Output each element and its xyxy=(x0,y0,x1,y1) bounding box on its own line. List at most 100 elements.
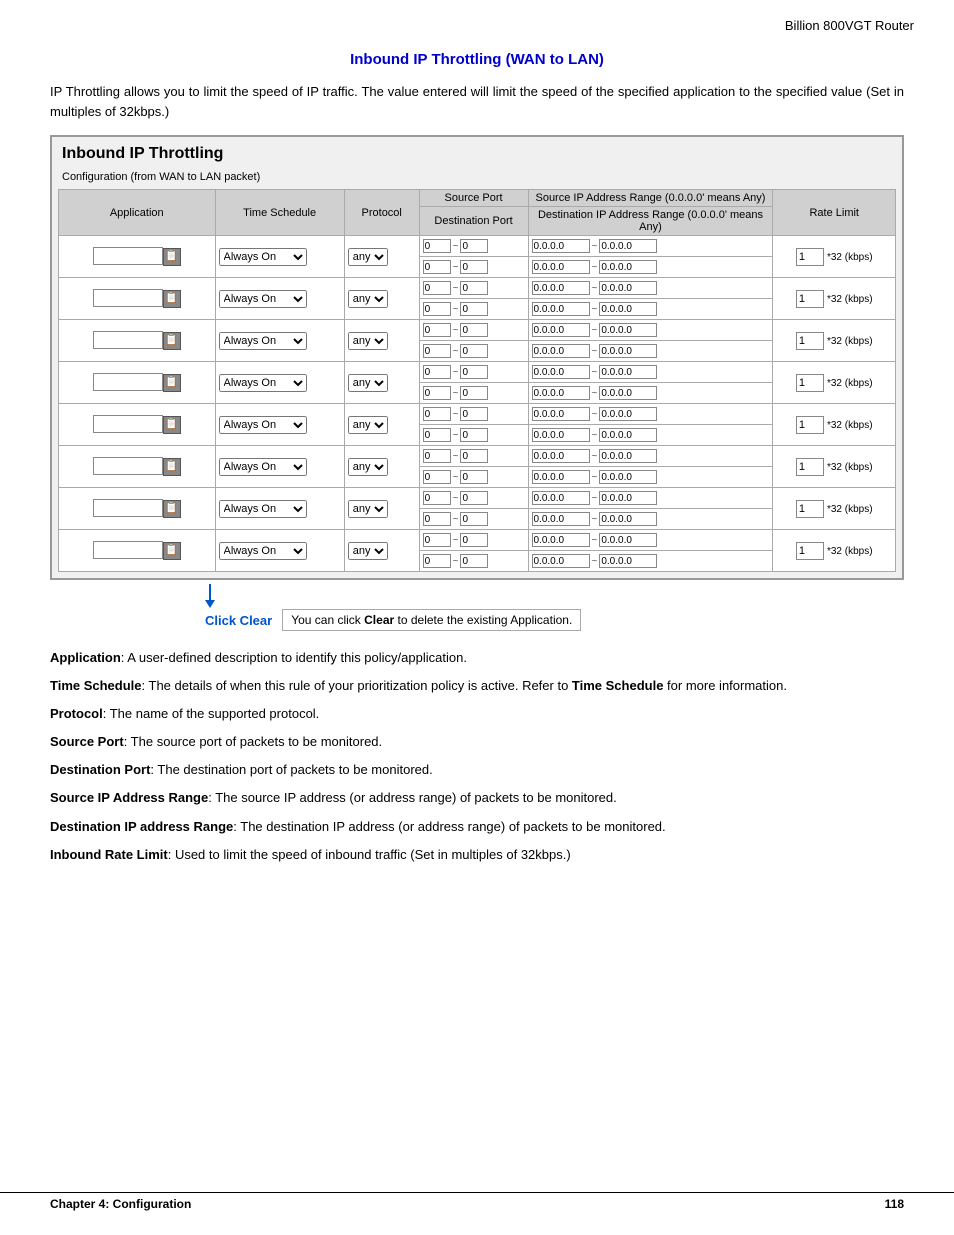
app-input[interactable] xyxy=(93,373,163,391)
rate-input[interactable] xyxy=(796,290,824,308)
proto-select[interactable]: any xyxy=(348,374,388,392)
dst-port-to[interactable] xyxy=(460,302,488,316)
rate-input[interactable] xyxy=(796,416,824,434)
app-input[interactable] xyxy=(93,457,163,475)
app-icon[interactable] xyxy=(163,248,181,266)
dst-port-to[interactable] xyxy=(460,512,488,526)
app-icon[interactable] xyxy=(163,458,181,476)
dst-ip-to[interactable] xyxy=(599,428,657,442)
rate-input[interactable] xyxy=(796,332,824,350)
src-ip-from[interactable] xyxy=(532,491,590,505)
dst-ip-from[interactable] xyxy=(532,386,590,400)
app-icon[interactable] xyxy=(163,416,181,434)
rate-input[interactable] xyxy=(796,458,824,476)
app-icon[interactable] xyxy=(163,332,181,350)
time-select[interactable]: Always On xyxy=(219,416,307,434)
src-ip-to[interactable] xyxy=(599,239,657,253)
dst-port-to[interactable] xyxy=(460,344,488,358)
dst-port-to[interactable] xyxy=(460,470,488,484)
time-select[interactable]: Always On xyxy=(219,458,307,476)
src-ip-to[interactable] xyxy=(599,491,657,505)
app-icon[interactable] xyxy=(163,542,181,560)
proto-select[interactable]: any xyxy=(348,332,388,350)
src-port-from[interactable] xyxy=(423,491,451,505)
src-port-to[interactable] xyxy=(460,491,488,505)
dst-ip-to[interactable] xyxy=(599,386,657,400)
dst-ip-from[interactable] xyxy=(532,554,590,568)
src-ip-from[interactable] xyxy=(532,449,590,463)
app-input[interactable] xyxy=(93,415,163,433)
src-port-from[interactable] xyxy=(423,407,451,421)
src-ip-to[interactable] xyxy=(599,449,657,463)
app-icon[interactable] xyxy=(163,374,181,392)
dst-port-to[interactable] xyxy=(460,386,488,400)
src-ip-from[interactable] xyxy=(532,323,590,337)
src-port-to[interactable] xyxy=(460,365,488,379)
src-ip-to[interactable] xyxy=(599,281,657,295)
time-select[interactable]: Always On xyxy=(219,500,307,518)
dst-port-from[interactable] xyxy=(423,512,451,526)
dst-ip-from[interactable] xyxy=(532,260,590,274)
src-port-from[interactable] xyxy=(423,533,451,547)
dst-port-from[interactable] xyxy=(423,260,451,274)
src-port-to[interactable] xyxy=(460,449,488,463)
src-port-from[interactable] xyxy=(423,281,451,295)
app-input[interactable] xyxy=(93,541,163,559)
src-ip-from[interactable] xyxy=(532,407,590,421)
src-ip-to[interactable] xyxy=(599,365,657,379)
dst-ip-from[interactable] xyxy=(532,428,590,442)
src-port-to[interactable] xyxy=(460,281,488,295)
src-port-to[interactable] xyxy=(460,323,488,337)
src-port-from[interactable] xyxy=(423,323,451,337)
click-clear-label[interactable]: Click Clear xyxy=(205,613,272,628)
src-ip-from[interactable] xyxy=(532,281,590,295)
src-port-from[interactable] xyxy=(423,365,451,379)
rate-input[interactable] xyxy=(796,500,824,518)
time-select[interactable]: Always On xyxy=(219,248,307,266)
dst-port-to[interactable] xyxy=(460,428,488,442)
src-ip-to[interactable] xyxy=(599,533,657,547)
dst-ip-to[interactable] xyxy=(599,344,657,358)
app-icon[interactable] xyxy=(163,500,181,518)
app-input[interactable] xyxy=(93,331,163,349)
proto-select[interactable]: any xyxy=(348,290,388,308)
src-port-to[interactable] xyxy=(460,533,488,547)
time-select[interactable]: Always On xyxy=(219,542,307,560)
dst-port-from[interactable] xyxy=(423,470,451,484)
app-input[interactable] xyxy=(93,289,163,307)
dst-ip-from[interactable] xyxy=(532,512,590,526)
src-ip-from[interactable] xyxy=(532,239,590,253)
proto-select[interactable]: any xyxy=(348,542,388,560)
time-select[interactable]: Always On xyxy=(219,374,307,392)
dst-ip-to[interactable] xyxy=(599,302,657,316)
dst-port-from[interactable] xyxy=(423,344,451,358)
dst-ip-to[interactable] xyxy=(599,512,657,526)
src-port-from[interactable] xyxy=(423,449,451,463)
dst-ip-from[interactable] xyxy=(532,470,590,484)
rate-input[interactable] xyxy=(796,248,824,266)
app-input[interactable] xyxy=(93,247,163,265)
dst-port-to[interactable] xyxy=(460,554,488,568)
src-port-to[interactable] xyxy=(460,239,488,253)
proto-select[interactable]: any xyxy=(348,248,388,266)
src-ip-from[interactable] xyxy=(532,533,590,547)
proto-select[interactable]: any xyxy=(348,416,388,434)
dst-ip-to[interactable] xyxy=(599,554,657,568)
src-port-from[interactable] xyxy=(423,239,451,253)
src-ip-to[interactable] xyxy=(599,323,657,337)
rate-input[interactable] xyxy=(796,374,824,392)
src-ip-to[interactable] xyxy=(599,407,657,421)
dst-port-from[interactable] xyxy=(423,428,451,442)
dst-port-from[interactable] xyxy=(423,302,451,316)
app-icon[interactable] xyxy=(163,290,181,308)
time-select[interactable]: Always On xyxy=(219,290,307,308)
rate-input[interactable] xyxy=(796,542,824,560)
src-port-to[interactable] xyxy=(460,407,488,421)
dst-port-from[interactable] xyxy=(423,386,451,400)
dst-ip-to[interactable] xyxy=(599,470,657,484)
dst-ip-to[interactable] xyxy=(599,260,657,274)
dst-ip-from[interactable] xyxy=(532,344,590,358)
dst-port-from[interactable] xyxy=(423,554,451,568)
src-ip-from[interactable] xyxy=(532,365,590,379)
dst-ip-from[interactable] xyxy=(532,302,590,316)
